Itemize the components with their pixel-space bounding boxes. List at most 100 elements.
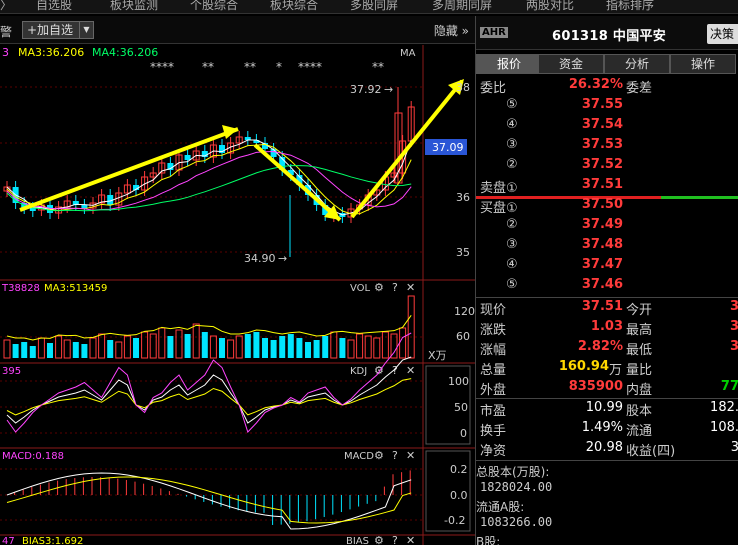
help-icon[interactable]: ? (392, 534, 398, 545)
volume-bar (81, 344, 88, 358)
gear-icon[interactable]: ⚙ (374, 534, 384, 545)
volume-bar (55, 335, 63, 359)
hide-button[interactable]: 隐藏 » (434, 22, 469, 39)
tab-multi-stock[interactable]: 多股同屏 (350, 0, 398, 13)
sell-level-row: ④ 37.54 (476, 117, 738, 137)
stat-value: 20.98 (585, 440, 623, 455)
volume-bar (347, 339, 355, 359)
volume-bar (63, 339, 71, 359)
tab-multi-period[interactable]: 多周期同屏 (432, 0, 492, 13)
buy-level-price: 37.49 (581, 217, 623, 232)
help-icon[interactable]: ? (392, 281, 398, 294)
tab-watchlist[interactable]: 自选股 (36, 0, 72, 13)
volume-bar (219, 338, 225, 358)
tab-analysis[interactable]: 分析 (604, 54, 670, 74)
volume-bar (399, 327, 407, 359)
sell-level-row: ③ 37.53 (476, 137, 738, 157)
close-icon[interactable]: ✕ (406, 281, 415, 294)
volume-bar (167, 336, 174, 358)
volume-bars (3, 295, 415, 359)
vol-tag: VOL (350, 283, 371, 294)
double-chevron-right-icon: » (461, 24, 469, 38)
tab-indicator-sort[interactable]: 指标排序 (606, 0, 654, 13)
tab-sector-overview[interactable]: 板块综合 (270, 0, 318, 13)
gear-icon[interactable]: ⚙ (374, 281, 384, 294)
volume-bar (364, 335, 372, 359)
close-icon[interactable]: ✕ (406, 449, 415, 462)
volume-bar (123, 335, 131, 359)
sell-level-price: 37.55 (581, 97, 623, 112)
stat-label: 涨幅 (480, 343, 507, 358)
kdj-d-line (6, 378, 412, 416)
stat-label: 股本 (626, 404, 653, 419)
buy-level-label: 买盘① (480, 201, 518, 216)
low-arrow: → (278, 252, 287, 265)
tab-sector-monitor[interactable]: 板块监测 (110, 0, 158, 13)
volume-bar (115, 341, 123, 359)
ma3-label: MA3:36.206 (18, 46, 84, 59)
volume-bar (133, 338, 139, 358)
stat-label: 换手 (480, 424, 507, 439)
add-watchlist-button[interactable]: +加自选 ▼ (22, 21, 94, 39)
volume-bar (296, 338, 303, 358)
stat-label: 最高 (626, 323, 653, 338)
kdj-tick: 50 (454, 401, 468, 414)
volume-bar (89, 337, 97, 359)
decision-button[interactable]: 决策 (707, 24, 738, 44)
buy-level-row: ④ 37.47 (476, 257, 738, 277)
volume-bar (72, 342, 79, 358)
stat-value: 3 (729, 339, 738, 354)
volume-bar (407, 295, 415, 359)
stat2-row: 净资 20.98 收益(四) 3 (476, 440, 738, 460)
signal-stars: * (276, 60, 282, 74)
ahr-badge[interactable]: AHR (480, 27, 508, 38)
candle-body (81, 205, 88, 208)
stat-value: 3 (729, 299, 738, 314)
trend-arrows (19, 79, 464, 222)
stat-label: 外盘 (480, 383, 507, 398)
tab-stock-overview[interactable]: 个股综合 (190, 0, 238, 13)
sell-level-label: ② (506, 157, 518, 172)
volume-bar (192, 323, 200, 359)
high-price-label: 37.92 (350, 83, 382, 96)
buy-level-price: 37.47 (581, 257, 623, 272)
gear-icon[interactable]: ⚙ (374, 449, 384, 462)
divider (476, 297, 738, 298)
close-icon[interactable]: ✕ (406, 364, 415, 377)
tab-compare[interactable]: 两股对比 (526, 0, 574, 13)
chevron-down-icon[interactable]: ▼ (79, 22, 93, 38)
vol-tick: 120 (454, 305, 475, 318)
kdj-tick: 100 (448, 375, 469, 388)
sell-level-row: ② 37.52 (476, 157, 738, 177)
close-icon[interactable]: ✕ (406, 534, 415, 545)
tab-operation[interactable]: 操作 (670, 54, 736, 74)
stat-label: 净资 (480, 444, 507, 459)
buy-level-price: 37.46 (581, 277, 623, 292)
quote-tabs: 报价 资金 分析 操作 (476, 54, 738, 75)
vol-tick: 60 (456, 330, 470, 343)
help-icon[interactable]: ? (392, 449, 398, 462)
stock-code: 601318 (552, 29, 609, 44)
kdj-left-label: 395 (2, 366, 21, 377)
total-shares-value: 1828024.00 (480, 480, 553, 494)
volume-bar (184, 334, 191, 358)
stat-row: 涨幅 2.82% 最低 3 (476, 339, 738, 359)
kline-chart-area[interactable]: 3 MA3:36.206 MA4:36.206 MA **** ** ** * … (0, 45, 475, 545)
vol-left-label: T38828 (1, 283, 40, 294)
volume-bar (141, 331, 149, 359)
gear-icon[interactable]: ⚙ (374, 364, 384, 377)
candlestick-group (3, 87, 415, 257)
volume-bar (373, 337, 381, 359)
sell-level-price: 37.52 (581, 157, 623, 172)
stat-value: 182. (710, 400, 738, 415)
buy-level-price: 37.50 (581, 197, 623, 212)
bias-left-label: 47 (2, 536, 15, 545)
wei-cha-label: 委差 (626, 81, 653, 96)
ma3-prefix: 3 (2, 46, 9, 59)
volume-bar (381, 331, 389, 359)
tab-funds[interactable]: 资金 (538, 54, 604, 74)
signal-stars: **** (298, 60, 322, 74)
warn-label[interactable]: 警 (0, 23, 12, 40)
volume-bar (235, 335, 243, 359)
tab-quote[interactable]: 报价 (476, 54, 542, 74)
